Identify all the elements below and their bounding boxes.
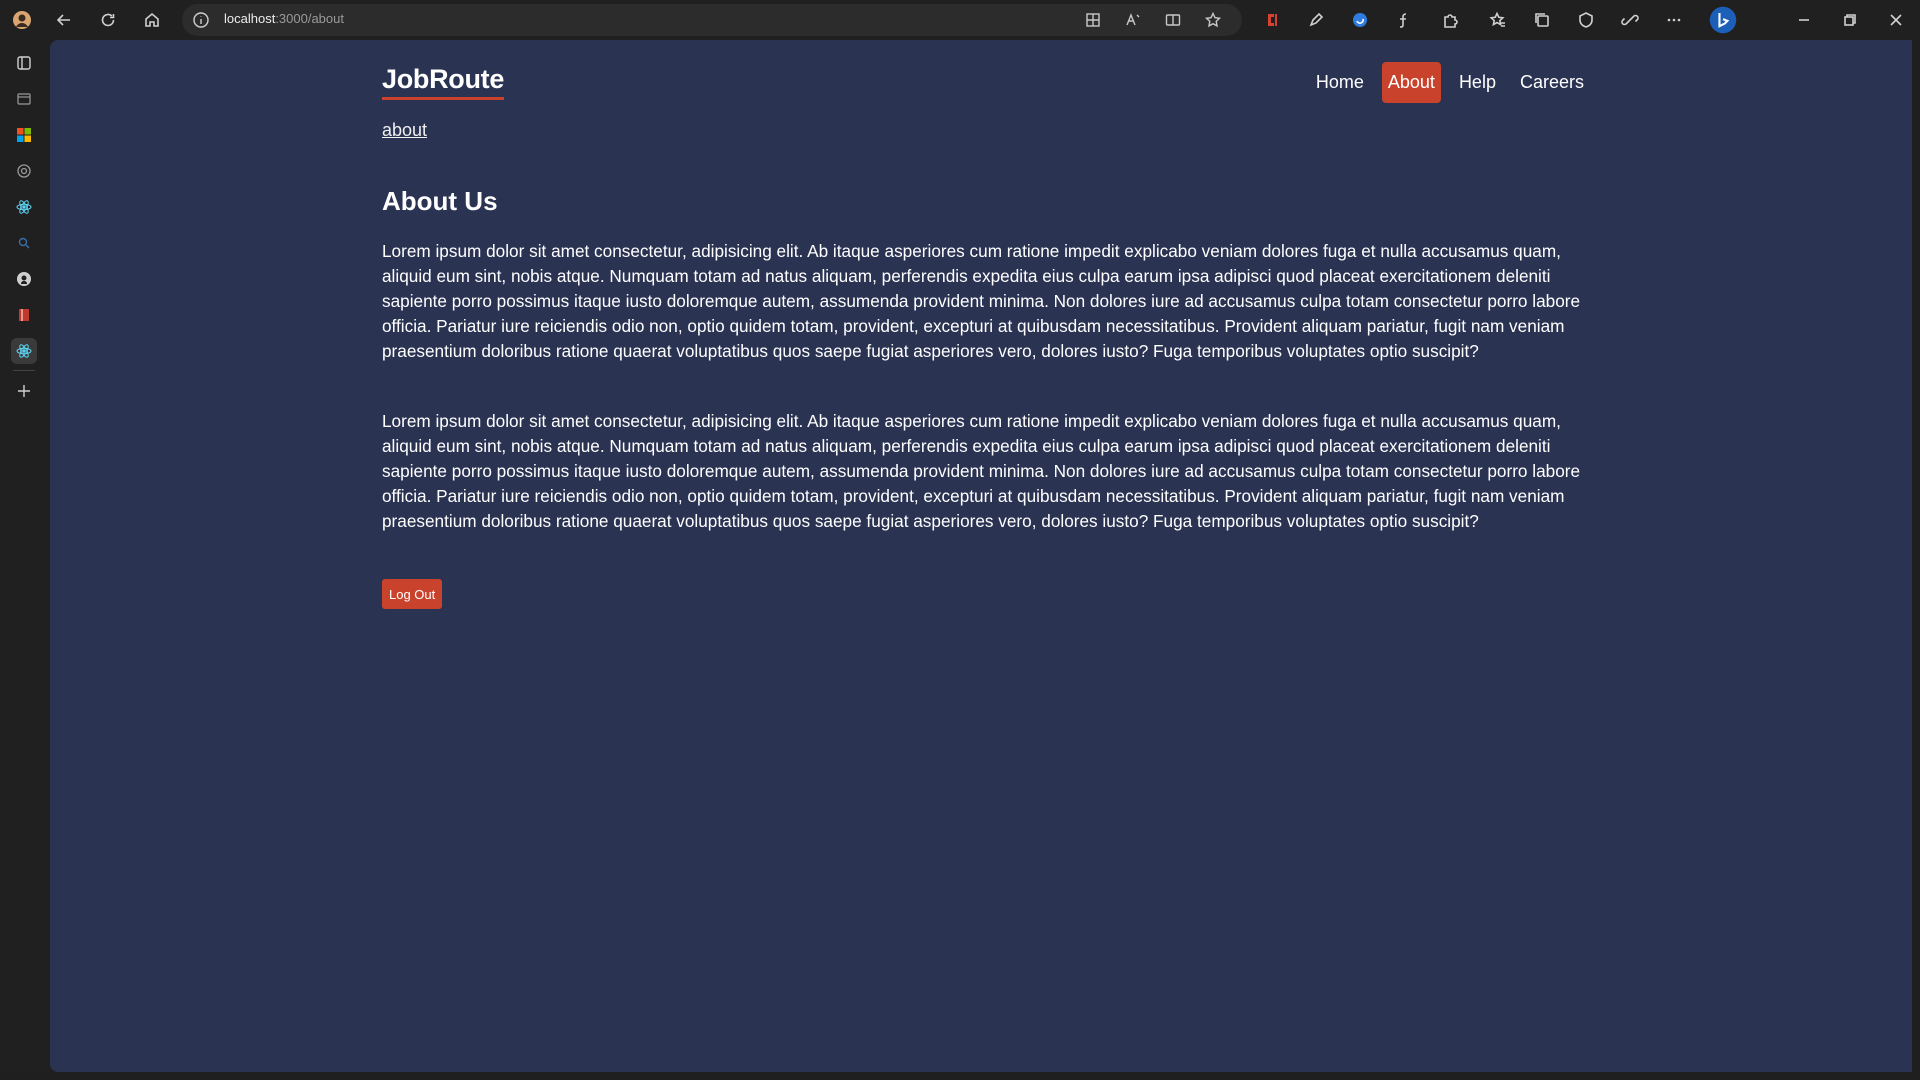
nav-about-link[interactable]: About <box>1381 62 1441 103</box>
home-icon[interactable] <box>138 6 166 34</box>
share-icon[interactable] <box>1616 6 1644 34</box>
favorite-star-icon[interactable] <box>1204 11 1222 29</box>
restore-icon[interactable] <box>1836 6 1864 34</box>
page-viewport: JobRoute Home About Help Careers about A… <box>50 40 1912 1072</box>
browser-essentials-icon[interactable] <box>1572 6 1600 34</box>
page-title: About Us <box>382 186 498 216</box>
favorites-icon[interactable] <box>1484 6 1512 34</box>
main-nav: Home About Help Careers <box>1310 62 1590 103</box>
about-paragraph-2: Lorem ipsum dolor sit amet consectetur, … <box>382 411 1581 531</box>
tab-microsoft-icon[interactable] <box>11 122 37 148</box>
extensions-puzzle-icon[interactable] <box>1436 6 1464 34</box>
address-bar-url[interactable]: localhost:3000/about <box>224 11 344 26</box>
refresh-icon[interactable] <box>94 6 122 34</box>
close-window-icon[interactable] <box>1882 6 1910 34</box>
tab-react-icon[interactable] <box>11 194 37 220</box>
new-tab-plus-icon[interactable] <box>11 378 37 404</box>
nav-home-link[interactable]: Home <box>1310 62 1370 103</box>
profile-avatar-icon[interactable] <box>8 6 36 34</box>
browser-sidebar <box>0 40 50 1080</box>
read-aloud-icon[interactable] <box>1124 11 1142 29</box>
site-logo[interactable]: JobRoute <box>382 64 504 100</box>
app-available-icon[interactable] <box>1084 11 1102 29</box>
tab-page-icon[interactable] <box>11 86 37 112</box>
window-bottom-edge <box>0 1072 1920 1080</box>
collections-icon[interactable] <box>1528 6 1556 34</box>
site-info-icon[interactable] <box>192 11 210 29</box>
extension-blue-icon[interactable] <box>1346 6 1374 34</box>
about-paragraph-1: Lorem ipsum dolor sit amet consectetur, … <box>382 241 1581 361</box>
tab-github-icon[interactable] <box>11 266 37 292</box>
extension-red-icon[interactable] <box>1258 6 1286 34</box>
nav-help-link[interactable]: Help <box>1453 62 1502 103</box>
extension-function-icon[interactable] <box>1390 6 1418 34</box>
address-bar[interactable]: localhost:3000/about <box>182 4 1242 36</box>
back-arrow-icon[interactable] <box>50 6 78 34</box>
tab-react-active-icon[interactable] <box>11 338 37 364</box>
split-screen-icon[interactable] <box>1164 11 1182 29</box>
tab-actions-icon[interactable] <box>11 50 37 76</box>
extension-pen-icon[interactable] <box>1302 6 1330 34</box>
sidebar-divider <box>13 370 35 371</box>
tab-search-icon[interactable] <box>11 230 37 256</box>
breadcrumb[interactable]: about <box>382 120 427 141</box>
nav-careers-link[interactable]: Careers <box>1514 62 1590 103</box>
more-menu-icon[interactable] <box>1660 6 1688 34</box>
logout-button[interactable]: Log Out <box>382 579 443 609</box>
tab-red-book-icon[interactable] <box>11 302 37 328</box>
browser-toolbar: localhost:3000/about <box>0 0 1920 40</box>
minimize-icon[interactable] <box>1790 6 1818 34</box>
tab-settings-icon[interactable] <box>11 158 37 184</box>
bing-copilot-icon[interactable] <box>1706 3 1740 37</box>
